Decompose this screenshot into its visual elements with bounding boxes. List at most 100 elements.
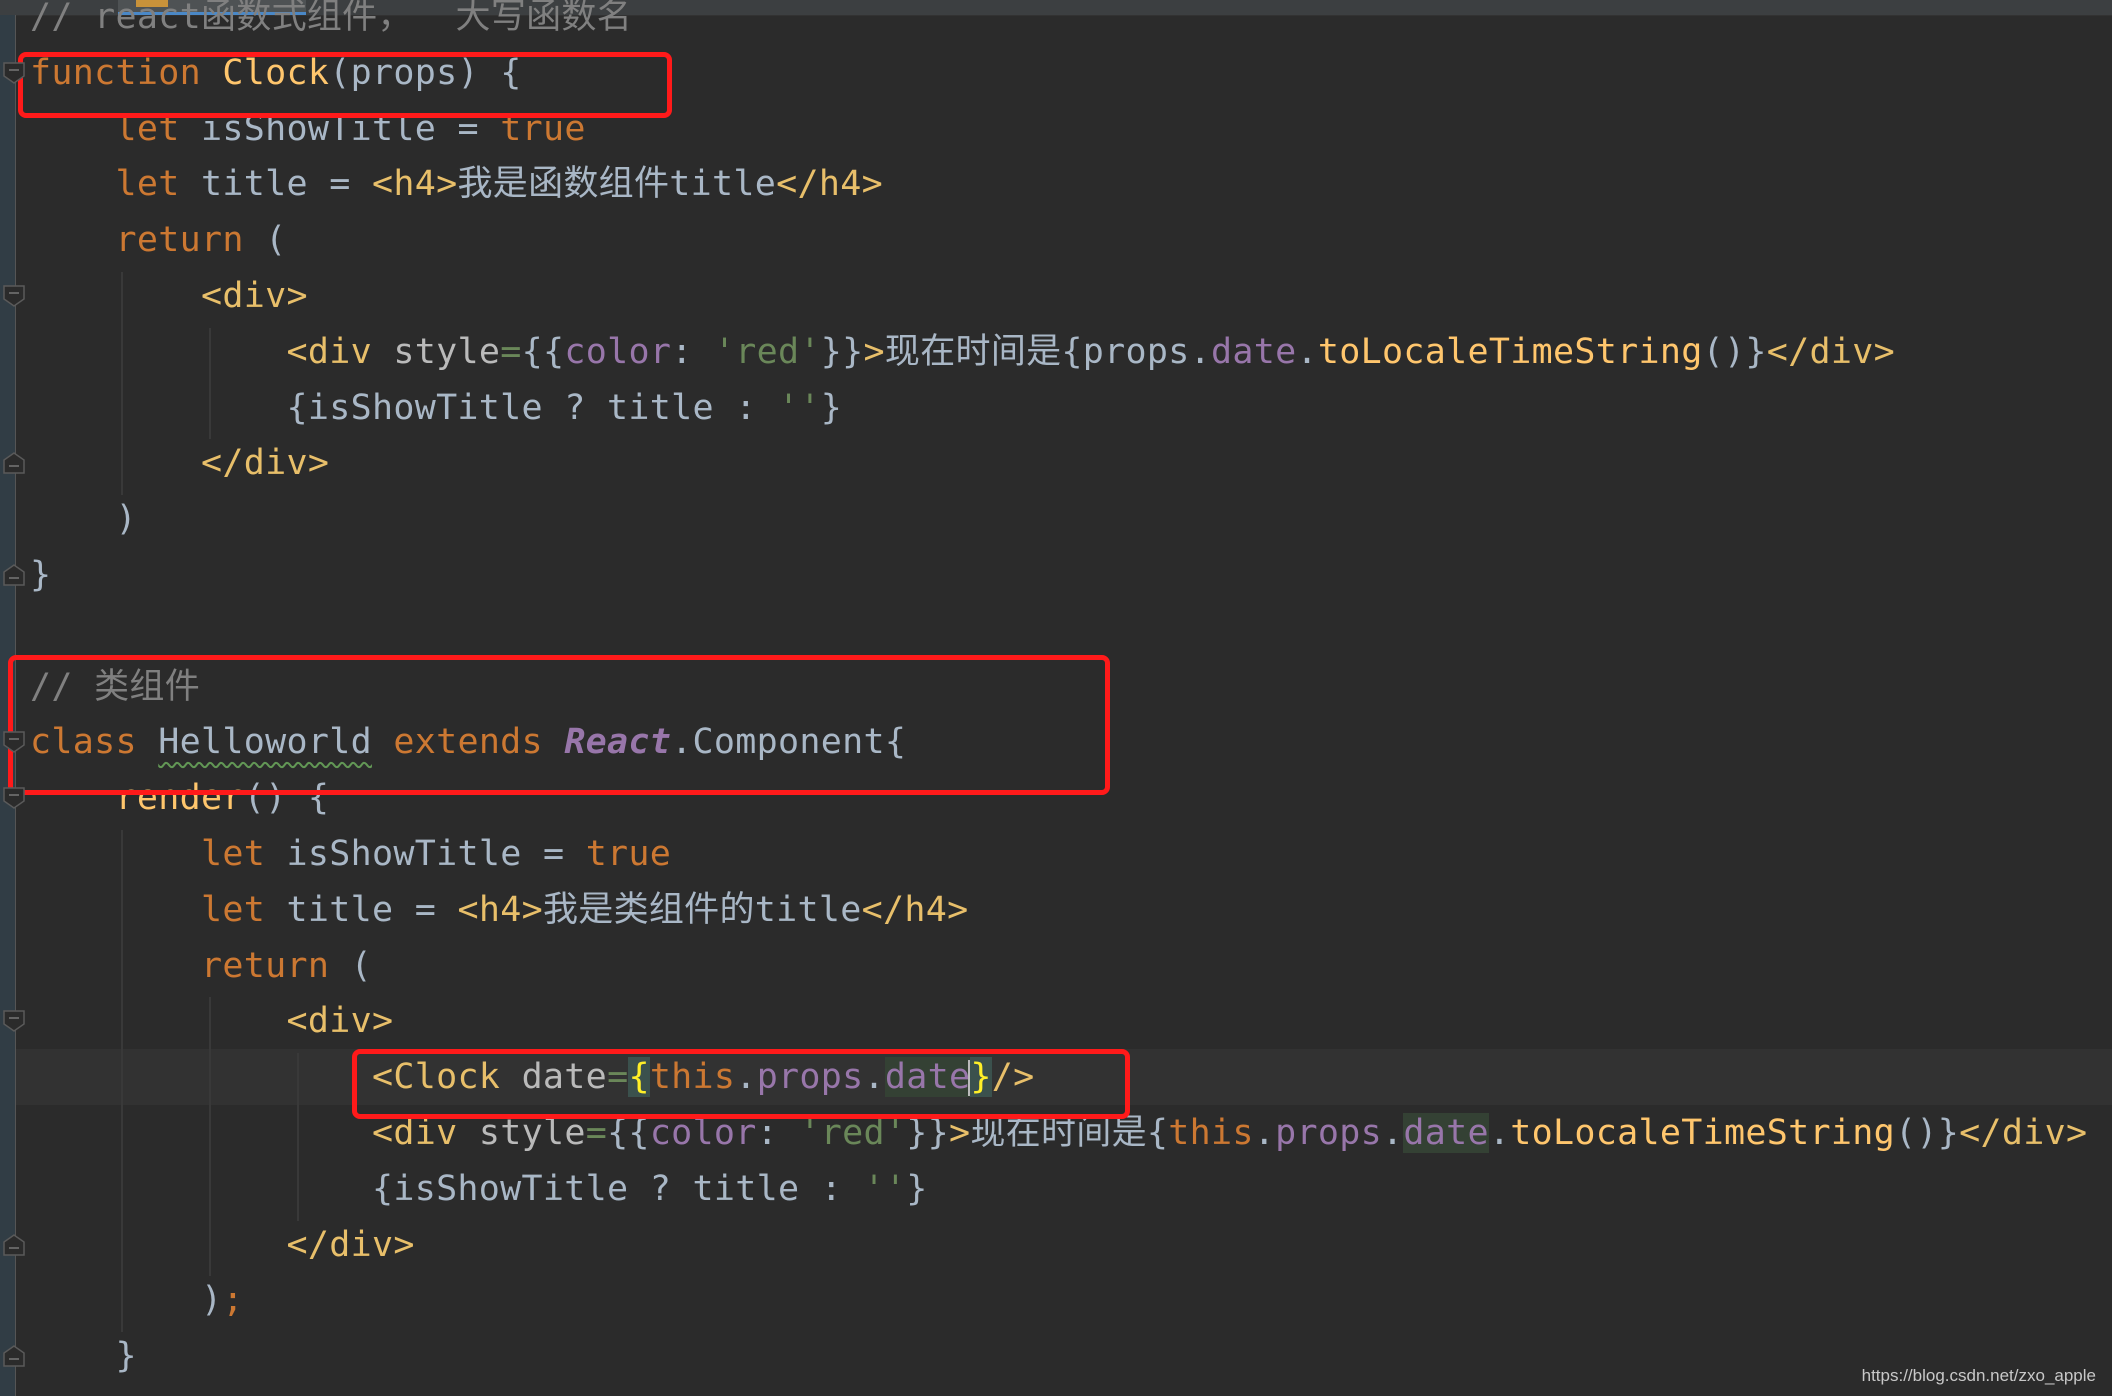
code-token: = bbox=[585, 1113, 608, 1153]
code-token: isShowTitle = bbox=[265, 834, 586, 874]
code-token: } bbox=[820, 387, 843, 428]
code-token: title = bbox=[179, 164, 372, 205]
code-token: <div> bbox=[200, 276, 308, 316]
fold-collapse-icon[interactable] bbox=[3, 787, 25, 810]
code-token: </div> bbox=[1766, 331, 1895, 372]
watermark: https://blog.csdn.net/zxo_apple bbox=[1861, 1366, 2096, 1385]
code-token: </h4> bbox=[776, 164, 884, 205]
code-line[interactable]: } bbox=[30, 547, 51, 603]
code-token: return bbox=[115, 220, 244, 261]
code-token: style bbox=[393, 331, 501, 372]
code-token: : bbox=[671, 331, 714, 372]
code-token: = bbox=[500, 331, 522, 372]
code-line[interactable]: let isShowTitle = true bbox=[30, 826, 671, 882]
code-token: > bbox=[949, 1113, 971, 1153]
highlight-function-clock bbox=[18, 52, 672, 118]
highlight-class-component bbox=[8, 655, 1110, 795]
code-token: . bbox=[1488, 1113, 1511, 1153]
code-token: ) bbox=[30, 1280, 223, 1321]
code-line[interactable]: <div> bbox=[30, 993, 393, 1049]
code-token: ()} bbox=[1894, 1113, 1960, 1153]
code-line[interactable]: } bbox=[30, 1328, 137, 1384]
code-token: 'red' bbox=[713, 331, 821, 372]
indent-guide bbox=[121, 272, 123, 496]
code-token: {{ bbox=[521, 331, 565, 372]
code-token: color bbox=[649, 1113, 757, 1153]
fold-end-icon[interactable] bbox=[3, 564, 25, 586]
code-token: }} bbox=[906, 1113, 950, 1153]
fold-end-icon[interactable] bbox=[3, 1345, 25, 1367]
code-token: date bbox=[1211, 331, 1297, 372]
code-token: <div bbox=[371, 1113, 458, 1153]
code-token: </h4> bbox=[861, 889, 969, 930]
code-token: </div> bbox=[1959, 1113, 2088, 1153]
code-line[interactable]: </div> bbox=[30, 435, 329, 491]
code-token: > bbox=[863, 331, 885, 372]
fold-end-icon[interactable] bbox=[3, 1233, 25, 1256]
code-token: <div bbox=[286, 331, 372, 372]
code-token: 现在时间是{ bbox=[970, 1113, 1169, 1153]
code-token: style bbox=[478, 1113, 586, 1153]
code-line[interactable]: <div> bbox=[30, 268, 308, 324]
fold-collapse-icon[interactable] bbox=[3, 62, 25, 84]
code-line[interactable]: return ( bbox=[30, 212, 287, 268]
code-token: ()} bbox=[1702, 331, 1767, 372]
indent-guide bbox=[209, 997, 211, 1277]
fold-collapse-icon[interactable] bbox=[3, 731, 25, 754]
fold-end-icon[interactable] bbox=[3, 452, 25, 475]
code-line[interactable]: {isShowTitle ? title : ''} bbox=[30, 1161, 928, 1217]
code-token: } bbox=[30, 555, 52, 595]
indent-guide bbox=[297, 1053, 299, 1221]
code-token: <h4> bbox=[457, 889, 543, 930]
code-token: 现在时间是{props. bbox=[884, 331, 1212, 372]
code-line[interactable]: ) bbox=[30, 491, 137, 547]
code-token: '' bbox=[863, 1168, 907, 1209]
code-token: toLocaleTimeString bbox=[1510, 1113, 1895, 1153]
code-token: <h4> bbox=[371, 164, 458, 205]
code-token: </div> bbox=[286, 1224, 415, 1265]
code-token: . bbox=[1253, 1113, 1276, 1153]
code-token: } bbox=[30, 1336, 137, 1377]
code-token: ; bbox=[222, 1280, 244, 1321]
code-token: {isShowTitle ? title : bbox=[30, 1168, 864, 1209]
code-token: title = bbox=[265, 889, 458, 930]
code-token: {isShowTitle ? title : bbox=[30, 387, 779, 428]
code-token: {{ bbox=[607, 1113, 650, 1153]
code-line[interactable]: </div> bbox=[30, 1217, 415, 1273]
code-line[interactable]: {isShowTitle ? title : ''} bbox=[30, 380, 842, 436]
code-line[interactable]: ); bbox=[30, 1272, 244, 1328]
code-token: date bbox=[1403, 1113, 1489, 1153]
code-token: toLocaleTimeString bbox=[1317, 331, 1703, 372]
code-token: . bbox=[1296, 331, 1318, 372]
code-token: </div> bbox=[200, 443, 330, 484]
code-token: let bbox=[115, 164, 180, 205]
fold-collapse-icon[interactable] bbox=[3, 1010, 25, 1033]
code-token: // react函数式组件， 大写函数名 bbox=[30, 0, 633, 37]
code-token: 我是类组件的title bbox=[542, 889, 862, 930]
code-line[interactable]: // react函数式组件， 大写函数名 bbox=[30, 0, 632, 45]
code-line[interactable]: <div style={{color: 'red'}}>现在时间是{props.… bbox=[30, 324, 1895, 380]
code-line[interactable]: return ( bbox=[30, 938, 372, 994]
code-token: : bbox=[756, 1113, 800, 1153]
code-token: true bbox=[585, 834, 672, 874]
code-line[interactable]: let title = <h4>我是类组件的title</h4> bbox=[30, 882, 969, 938]
code-token: ( bbox=[329, 945, 372, 986]
fold-collapse-icon[interactable] bbox=[3, 285, 25, 307]
code-token: this bbox=[1168, 1113, 1254, 1153]
code-token: 'red' bbox=[799, 1113, 907, 1153]
code-line[interactable]: let title = <h4>我是函数组件title</h4> bbox=[30, 156, 883, 212]
code-token: let bbox=[200, 889, 266, 930]
code-token: props bbox=[1275, 1113, 1383, 1153]
